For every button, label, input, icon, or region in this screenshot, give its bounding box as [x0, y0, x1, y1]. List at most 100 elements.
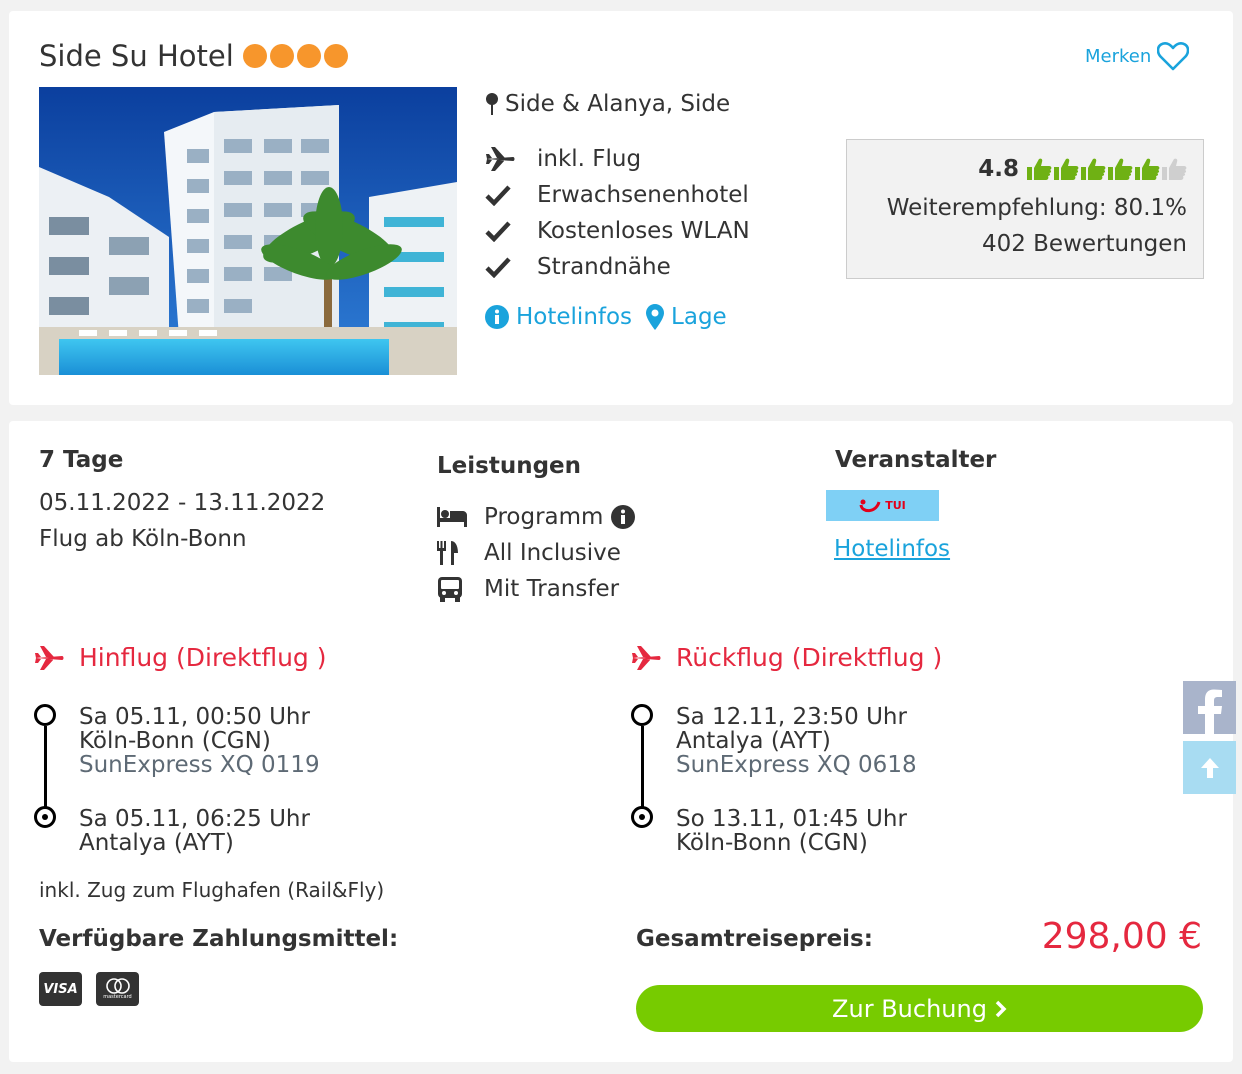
- hotel-stars: [242, 44, 348, 68]
- leistungen-list: Programm All Inclusive Mit Transfer: [437, 499, 636, 607]
- leistung-label: All Inclusive: [484, 540, 621, 566]
- hotel-title-row: Side Su Hotel: [39, 39, 348, 73]
- leistung-label: Mit Transfer: [484, 576, 620, 602]
- feature-item: Kostenloses WLAN: [485, 213, 750, 249]
- location-text: Side & Alanya, Side: [505, 91, 731, 117]
- thumb-up-icon: [1081, 158, 1106, 180]
- star-icon: [269, 44, 294, 68]
- check-icon: [485, 256, 537, 278]
- hotel-photo: [39, 87, 457, 375]
- timeline-start-icon: [34, 704, 56, 726]
- veranstalter-hotelinfos-link[interactable]: Hotelinfos: [834, 536, 950, 562]
- visa-label: VISA: [43, 981, 78, 997]
- rueckflug-title: Rückflug (Direktflug ): [676, 643, 943, 672]
- scroll-to-top-button[interactable]: [1183, 741, 1236, 794]
- info-icon[interactable]: [611, 505, 636, 529]
- hotel-links: Hotelinfos Lage: [485, 304, 727, 330]
- tui-logo-text: TUI: [885, 499, 906, 512]
- timeline-end-icon: [34, 806, 56, 828]
- rating-thumbs: [1027, 157, 1187, 181]
- leistung-label: Programm: [484, 504, 604, 530]
- feature-label: inkl. Flug: [537, 146, 642, 172]
- hotelinfos-label: Hotelinfos: [516, 304, 633, 330]
- mastercard-icon: mastercard: [96, 972, 139, 1006]
- hinflug-departure: Sa 05.11, 00:50 Uhr Köln-Bonn (CGN) SunE…: [79, 705, 320, 777]
- departure-airport: Antalya (AYT): [676, 728, 831, 754]
- plane-icon: [35, 645, 64, 670]
- booking-label: Zur Buchung: [832, 994, 987, 1023]
- star-icon: [323, 44, 348, 68]
- rail-fly-note: inkl. Zug zum Flughafen (Rail&Fly): [39, 878, 385, 902]
- leistung-item: Mit Transfer: [437, 571, 635, 607]
- merken-label: Merken: [1085, 45, 1152, 67]
- feature-item: Strandnähe: [485, 249, 750, 285]
- arrival-airport: Köln-Bonn (CGN): [676, 830, 868, 856]
- cutlery-icon: [437, 541, 484, 565]
- plane-icon: [485, 146, 537, 172]
- feature-label: Erwachsenenhotel: [537, 182, 749, 208]
- rueckflug-arrival: So 13.11, 01:45 Uhr Köln-Bonn (CGN): [676, 807, 907, 855]
- star-icon: [242, 44, 267, 68]
- rueckflug-header: Rückflug (Direktflug ): [630, 643, 942, 672]
- facebook-icon: [1197, 689, 1222, 734]
- hinflug-title: Hinflug (Direktflug ): [79, 643, 327, 672]
- departure-airport: Köln-Bonn (CGN): [79, 728, 271, 754]
- feature-label: Kostenloses WLAN: [537, 218, 750, 244]
- facebook-share-button[interactable]: [1183, 681, 1236, 734]
- map-marker-icon: [646, 304, 665, 330]
- lage-label: Lage: [671, 304, 727, 330]
- thumb-up-empty-icon: [1162, 158, 1187, 180]
- merken-button[interactable]: Merken: [1085, 41, 1190, 71]
- chevron-right-icon: [995, 1000, 1007, 1017]
- feature-item: inkl. Flug: [485, 141, 750, 177]
- timeline-end-icon: [631, 806, 653, 828]
- hinflug-timeline: [44, 726, 47, 816]
- hotel-features: inkl. Flug Erwachsenenhotel Kostenloses …: [485, 141, 750, 285]
- thumb-up-icon: [1027, 158, 1052, 180]
- thumb-up-icon: [1054, 158, 1079, 180]
- trip-duration: 7 Tage: [39, 447, 124, 473]
- bed-icon: [437, 507, 484, 527]
- airline: SunExpress XQ 0618: [676, 752, 917, 778]
- timeline-start-icon: [631, 704, 653, 726]
- mastercard-label: mastercard: [103, 994, 132, 1000]
- hinflug-header: Hinflug (Direktflug ): [33, 643, 327, 672]
- rating-recommendation: Weiterempfehlung: 80.1%: [886, 195, 1187, 221]
- departure-time: Sa 05.11, 00:50 Uhr: [79, 704, 310, 730]
- heart-icon: [1157, 42, 1190, 71]
- tui-logo: TUI: [826, 490, 939, 521]
- trip-dates: 05.11.2022 - 13.11.2022: [39, 490, 326, 516]
- rueckflug-departure: Sa 12.11, 23:50 Uhr Antalya (AYT) SunExp…: [676, 705, 917, 777]
- leistungen-title: Leistungen: [437, 453, 582, 479]
- bus-icon: [437, 576, 484, 602]
- leistung-item: Programm: [437, 499, 636, 535]
- arrow-up-icon: [1200, 757, 1219, 778]
- offer-card: 7 Tage 05.11.2022 - 13.11.2022 Flug ab K…: [9, 421, 1233, 1062]
- feature-label: Strandnähe: [537, 254, 671, 280]
- hotelinfos-link[interactable]: Hotelinfos: [485, 304, 632, 330]
- thumb-up-icon: [1135, 158, 1160, 180]
- airline: SunExpress XQ 0119: [79, 752, 320, 778]
- hotel-image[interactable]: [39, 87, 457, 375]
- check-icon: [485, 184, 537, 206]
- rating-score-row: 4.8: [978, 156, 1187, 182]
- trip-departure: Flug ab Köln-Bonn: [39, 526, 247, 552]
- check-icon: [485, 220, 537, 242]
- visa-icon: VISA: [39, 972, 82, 1006]
- rating-box: 4.8 Weiterempfehlung: 80.1% 402 Bewertun…: [846, 139, 1204, 279]
- total-label: Gesamtreisepreis:: [636, 926, 873, 952]
- payment-title: Verfügbare Zahlungsmittel:: [39, 926, 399, 952]
- info-icon: [485, 305, 509, 329]
- hotel-location: Side & Alanya, Side: [485, 91, 730, 117]
- star-icon: [296, 44, 321, 68]
- lage-link[interactable]: Lage: [646, 304, 727, 330]
- veranstalter-title: Veranstalter: [835, 447, 997, 473]
- booking-button[interactable]: Zur Buchung: [636, 985, 1203, 1032]
- rating-count: 402 Bewertungen: [981, 231, 1187, 257]
- plane-icon: [632, 645, 661, 670]
- departure-time: Sa 12.11, 23:50 Uhr: [676, 704, 907, 730]
- rating-score: 4.8: [978, 156, 1019, 182]
- thumb-up-icon: [1108, 158, 1133, 180]
- hotel-card: Side Su Hotel Merken Side & Alanya, Side…: [9, 11, 1233, 405]
- hotel-name: Side Su Hotel: [39, 39, 234, 73]
